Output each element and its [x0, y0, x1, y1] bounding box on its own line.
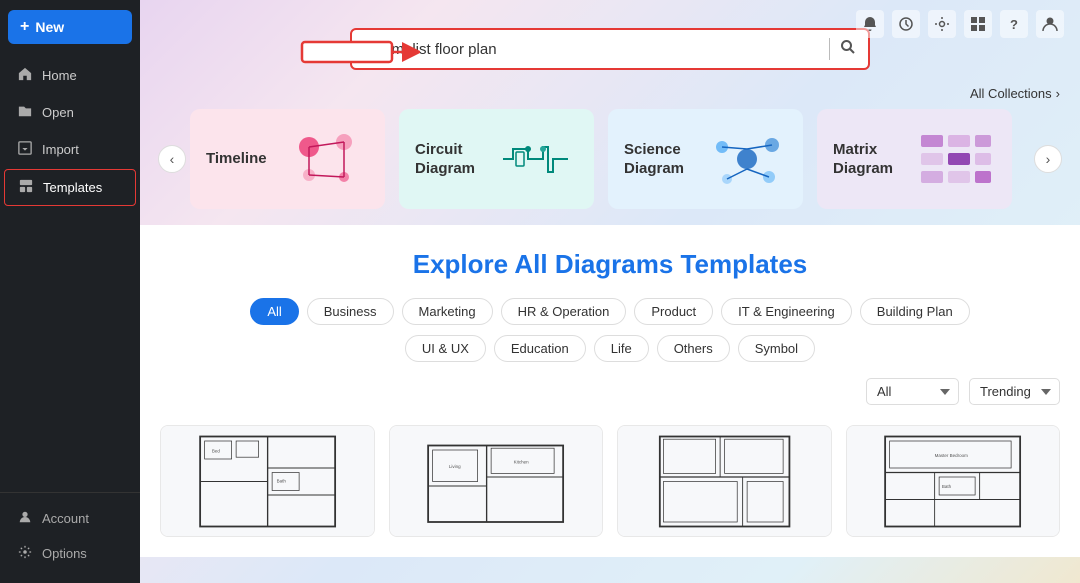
search-arrow-annotation [300, 34, 420, 75]
template-card-2-img: Living Kitchen [390, 426, 603, 536]
sidebar-item-import-label: Import [42, 142, 79, 157]
template-card-1[interactable]: Bed Bath [160, 425, 375, 537]
collections-header: All Collections › [140, 86, 1080, 109]
carousel-card-circuit[interactable]: CircuitDiagram [399, 109, 594, 209]
chevron-left-icon: ‹ [170, 151, 175, 167]
carousel-next-button[interactable]: › [1034, 145, 1062, 173]
svg-text:Living: Living [449, 464, 461, 469]
filter-marketing[interactable]: Marketing [402, 298, 493, 325]
carousel-card-timeline[interactable]: Timeline [190, 109, 385, 209]
sidebar-item-templates[interactable]: Templates [4, 169, 136, 206]
new-button-label: New [35, 19, 64, 35]
clock-icon[interactable] [892, 10, 920, 38]
template-card-4-img: Master Bedroom Bath [847, 426, 1060, 536]
template-card-2[interactable]: Living Kitchen [389, 425, 604, 537]
carousel: Timeline CircuitDiagram [140, 109, 1080, 209]
sidebar-item-templates-label: Templates [43, 180, 102, 195]
carousel-prev-button[interactable]: ‹ [158, 145, 186, 173]
filter-building[interactable]: Building Plan [860, 298, 970, 325]
filter-life[interactable]: Life [594, 335, 649, 362]
all-collections-link[interactable]: All Collections › [970, 86, 1060, 101]
help-icon[interactable]: ? [1000, 10, 1028, 38]
filter-education[interactable]: Education [494, 335, 586, 362]
template-grid: Bed Bath Living Kitchen [160, 425, 1060, 537]
sidebar-item-import[interactable]: Import [4, 132, 136, 167]
carousel-wrapper: ‹ Timeline [140, 109, 1080, 225]
carousel-card-matrix-label: MatrixDiagram [833, 140, 893, 179]
template-card-3-img [618, 426, 831, 536]
filter-row-2: UI & UX Education Life Others Symbol [160, 335, 1060, 362]
timeline-illustration [289, 124, 369, 194]
filter-row-1: All Business Marketing HR & Operation Pr… [160, 298, 1060, 325]
sidebar-item-home-label: Home [42, 68, 77, 83]
filter-it[interactable]: IT & Engineering [721, 298, 852, 325]
carousel-card-science[interactable]: ScienceDiagram [608, 109, 803, 209]
sidebar-item-options-label: Options [42, 546, 87, 561]
sidebar-item-options[interactable]: Options [4, 536, 136, 571]
import-icon [18, 141, 32, 158]
options-icon [18, 545, 32, 562]
svg-text:Bed: Bed [211, 448, 220, 453]
template-card-4[interactable]: Master Bedroom Bath [846, 425, 1061, 537]
filter-hr[interactable]: HR & Operation [501, 298, 627, 325]
sidebar: + New Home Open Import Templates [0, 0, 140, 583]
templates-icon [19, 179, 33, 196]
chevron-right-icon: › [1056, 86, 1060, 101]
notification-icon[interactable] [856, 10, 884, 38]
sidebar-item-open[interactable]: Open [4, 95, 136, 130]
filter-ui[interactable]: UI & UX [405, 335, 486, 362]
svg-text:Master Bedroom: Master Bedroom [935, 453, 969, 458]
science-illustration [707, 124, 787, 194]
carousel-card-timeline-label: Timeline [206, 149, 267, 169]
sidebar-item-account-label: Account [42, 511, 89, 526]
explore-title-plain: Explore [413, 249, 515, 279]
plus-icon: + [20, 18, 29, 36]
order-select[interactable]: Trending Newest Popular [969, 378, 1060, 405]
topbar-right: ? [840, 0, 1080, 48]
template-card-3[interactable] [617, 425, 832, 537]
category-select[interactable]: All Business Personal [866, 378, 959, 405]
carousel-card-science-label: ScienceDiagram [624, 140, 684, 179]
new-button[interactable]: + New [8, 10, 132, 44]
sidebar-bottom: Account Options [0, 492, 140, 583]
chevron-right-icon-carousel: › [1046, 151, 1051, 167]
search-box [350, 28, 870, 70]
home-icon [18, 67, 32, 84]
explore-section: Explore All Diagrams Templates All Busin… [140, 225, 1080, 557]
sidebar-item-open-label: Open [42, 105, 74, 120]
all-collections-label: All Collections [970, 86, 1052, 101]
sort-bar: All Business Personal Trending Newest Po… [160, 372, 1060, 411]
account-icon [18, 510, 32, 527]
explore-title: Explore All Diagrams Templates [160, 249, 1060, 280]
filter-symbol[interactable]: Symbol [738, 335, 815, 362]
grid-icon[interactable] [964, 10, 992, 38]
svg-text:Bath: Bath [942, 483, 952, 488]
search-input[interactable] [364, 41, 819, 58]
open-icon [18, 104, 32, 121]
carousel-card-circuit-label: CircuitDiagram [415, 140, 475, 179]
matrix-illustration [916, 124, 996, 194]
filter-product[interactable]: Product [634, 298, 713, 325]
svg-text:Kitchen: Kitchen [514, 459, 530, 464]
user-avatar[interactable] [1036, 10, 1064, 38]
svg-text:Bath: Bath [276, 478, 286, 483]
sidebar-nav: Home Open Import Templates [0, 54, 140, 492]
circuit-illustration [498, 124, 578, 194]
explore-title-colored: All Diagrams Templates [514, 249, 807, 279]
filter-business[interactable]: Business [307, 298, 394, 325]
search-divider [829, 38, 830, 60]
main-content: ? Al [140, 0, 1080, 583]
carousel-card-matrix[interactable]: MatrixDiagram [817, 109, 1012, 209]
template-card-1-img: Bed Bath [161, 426, 374, 536]
settings-icon[interactable] [928, 10, 956, 38]
sidebar-item-account[interactable]: Account [4, 501, 136, 536]
sidebar-item-home[interactable]: Home [4, 58, 136, 93]
filter-all[interactable]: All [250, 298, 298, 325]
filter-others[interactable]: Others [657, 335, 730, 362]
